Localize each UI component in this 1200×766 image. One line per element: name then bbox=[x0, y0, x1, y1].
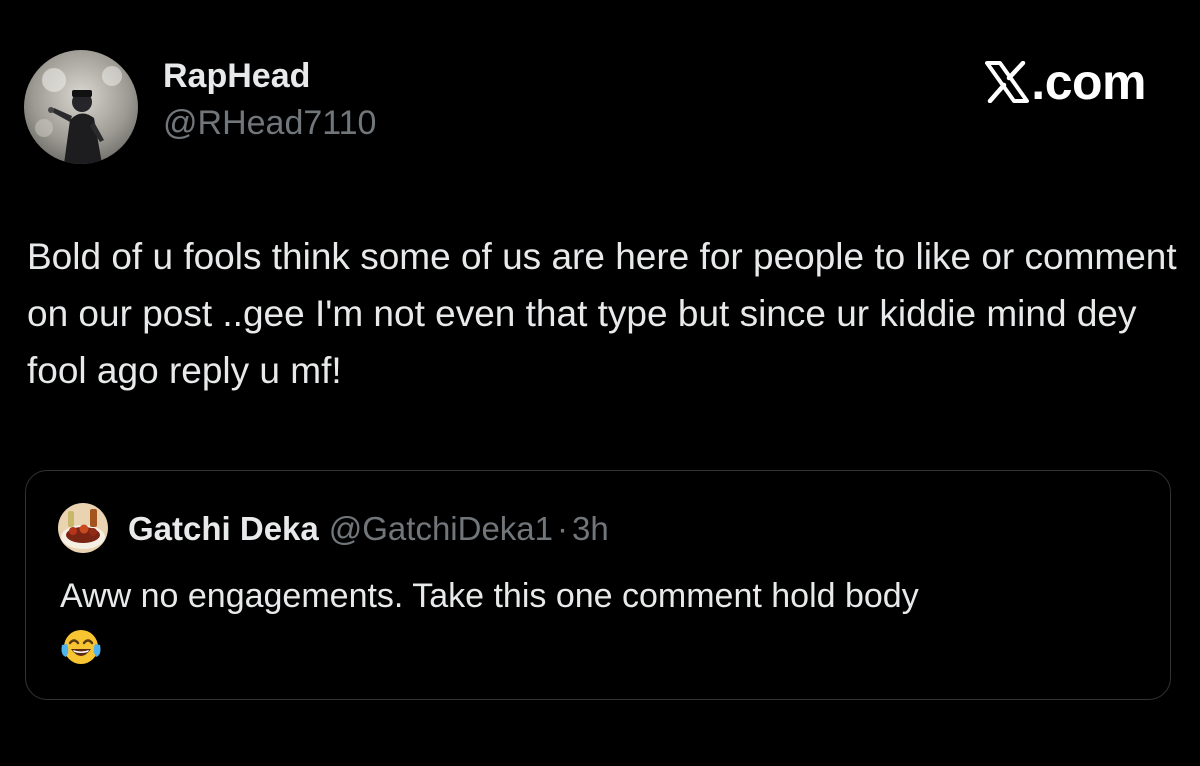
x-logo-icon bbox=[985, 58, 1030, 114]
quoted-post-text: Aww no engagements. Take this one commen… bbox=[60, 577, 919, 615]
quoted-author-handle[interactable]: @GatchiDeka1 bbox=[329, 510, 553, 547]
food-plate-avatar-icon bbox=[58, 503, 108, 553]
performer-avatar-icon bbox=[24, 50, 138, 164]
quoted-author-avatar[interactable] bbox=[58, 503, 108, 553]
quoted-author-name[interactable]: Gatchi Deka bbox=[128, 510, 319, 547]
quoted-post-header: Gatchi Deka @GatchiDeka1 · 3h bbox=[128, 509, 609, 549]
author-display-name[interactable]: RapHead bbox=[163, 56, 310, 96]
quoted-post-card[interactable]: Gatchi Deka @GatchiDeka1 · 3h Aww no engage… bbox=[25, 470, 1171, 700]
brand-label: .com bbox=[1031, 54, 1146, 110]
author-avatar[interactable] bbox=[24, 50, 138, 164]
separator-dot: · bbox=[557, 510, 569, 547]
face-with-tears-of-joy-icon bbox=[60, 625, 102, 667]
x-com-watermark: .com bbox=[985, 54, 1146, 114]
quoted-post-time[interactable]: 3h bbox=[572, 510, 609, 547]
author-handle[interactable]: @RHead7110 bbox=[163, 103, 376, 143]
post-body-text: Bold of u fools think some of us are her… bbox=[27, 236, 1177, 391]
